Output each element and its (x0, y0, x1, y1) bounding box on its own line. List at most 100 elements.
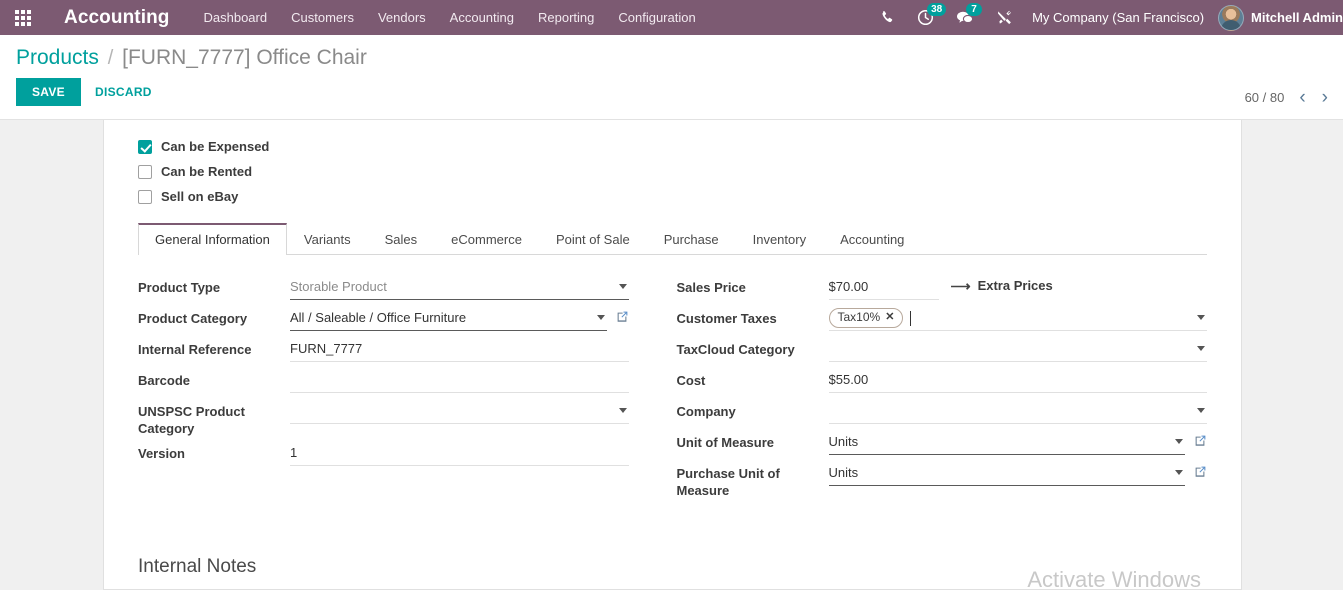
checkbox-label-can-be-expensed[interactable]: Can be Expensed (161, 139, 269, 154)
pager-previous-button[interactable]: ‹ (1294, 88, 1310, 107)
app-brand-title[interactable]: Accounting (46, 7, 192, 29)
checkbox-row-can-be-expensed[interactable]: Can be Expensed (138, 134, 1207, 159)
tab-accounting[interactable]: Accounting (823, 223, 921, 255)
breadcrumb-separator: / (107, 47, 114, 69)
input-customer-taxes[interactable]: Tax10% ✕ (828, 306, 1207, 331)
tab-ecommerce[interactable]: eCommerce (434, 223, 539, 255)
record-actions: SAVE DISCARD (16, 78, 1327, 106)
value-customer-taxes[interactable]: Tax10% ✕ (828, 306, 1207, 331)
tab-variants[interactable]: Variants (287, 223, 368, 255)
input-product-type[interactable]: Storable Product (290, 275, 629, 300)
tab-general-information[interactable]: General Information (138, 223, 287, 255)
field-internal-reference: Internal Reference FURN_7777 (138, 337, 629, 364)
tab-sales[interactable]: Sales (368, 223, 435, 255)
field-unspsc-product-category: UNSPSC Product Category (138, 399, 629, 437)
record-pager: 60 / 80 ‹ › (1245, 88, 1333, 107)
phone-button[interactable] (869, 0, 906, 35)
control-panel: Products / [FURN_7777] Office Chair SAVE… (0, 35, 1343, 120)
input-taxcloud-category[interactable] (828, 337, 1207, 362)
chevron-down-icon[interactable] (1175, 439, 1183, 444)
menu-item-reporting[interactable]: Reporting (526, 2, 606, 33)
field-product-category: Product Category All / Saleable / Office… (138, 306, 629, 333)
tab-inventory[interactable]: Inventory (736, 223, 823, 255)
chevron-down-icon[interactable] (1197, 408, 1205, 413)
chevron-down-icon[interactable] (1175, 470, 1183, 475)
tag-remove-icon[interactable]: ✕ (885, 312, 894, 323)
label-purchase-unit-of-measure: Purchase Unit of Measure (676, 466, 780, 498)
menu-item-customers[interactable]: Customers (279, 2, 366, 33)
company-switcher[interactable]: My Company (San Francisco) (1024, 10, 1214, 25)
label-unspsc-product-category: UNSPSC Product Category (138, 404, 245, 436)
discard-button[interactable]: DISCARD (91, 78, 156, 106)
input-cost[interactable]: $55.00 (828, 368, 1207, 393)
form-notebook-tabs: General Information Variants Sales eComm… (138, 223, 1207, 255)
value-internal-reference[interactable]: FURN_7777 (290, 337, 629, 362)
value-cost[interactable]: $55.00 (828, 368, 1207, 393)
user-name-label: Mitchell Admin (1251, 10, 1343, 25)
chevron-down-icon[interactable] (1197, 346, 1205, 351)
field-barcode: Barcode (138, 368, 629, 395)
value-product-category[interactable]: All / Saleable / Office Furniture (290, 306, 607, 331)
tab-purchase[interactable]: Purchase (647, 223, 736, 255)
developer-tools-button[interactable] (985, 0, 1024, 35)
developer-tools-icon (998, 10, 1012, 25)
label-product-category: Product Category (138, 311, 248, 326)
external-link-icon (1195, 466, 1206, 477)
label-unit-of-measure: Unit of Measure (676, 435, 775, 450)
checkbox-can-be-rented[interactable] (138, 164, 152, 179)
menu-item-accounting[interactable]: Accounting (438, 2, 526, 33)
label-internal-reference: Internal Reference (138, 342, 252, 357)
label-cost: Cost (676, 373, 706, 388)
tag-customer-tax[interactable]: Tax10% ✕ (828, 308, 904, 328)
checkbox-row-can-be-rented[interactable]: Can be Rented (138, 159, 1207, 184)
input-sales-price[interactable]: $70.00 (828, 275, 939, 300)
breadcrumb-products-link[interactable]: Products (16, 46, 99, 69)
input-purchase-unit-of-measure[interactable]: Units (828, 461, 1185, 486)
user-menu-button[interactable]: Mitchell Admin (1214, 4, 1343, 31)
general-information-form: Product Type Storable Product Product Ca… (138, 275, 1207, 503)
value-unspsc-product-category[interactable] (290, 399, 629, 424)
value-product-type[interactable]: Storable Product (290, 275, 629, 300)
chevron-down-icon[interactable] (618, 408, 627, 413)
messaging-menu-button[interactable]: 7 (945, 0, 985, 35)
chevron-down-icon[interactable] (1197, 315, 1205, 320)
value-taxcloud-category[interactable] (828, 337, 1207, 362)
save-button[interactable]: SAVE (16, 78, 81, 106)
input-company[interactable] (828, 399, 1207, 424)
pager-next-button[interactable]: › (1317, 88, 1333, 107)
menu-item-configuration[interactable]: Configuration (606, 2, 707, 33)
internal-link-purchase-unit-of-measure[interactable] (1194, 461, 1207, 483)
internal-link-unit-of-measure[interactable] (1194, 430, 1207, 452)
value-version[interactable]: 1 (290, 441, 629, 466)
input-version[interactable]: 1 (290, 441, 629, 466)
chevron-down-icon[interactable] (618, 284, 627, 289)
internal-link-product-category[interactable] (616, 306, 629, 328)
extra-prices-label: Extra Prices (977, 278, 1053, 293)
input-product-category[interactable]: All / Saleable / Office Furniture (290, 306, 607, 331)
label-version: Version (138, 446, 185, 461)
checkbox-row-sell-on-ebay[interactable]: Sell on eBay (138, 184, 1207, 209)
field-taxcloud-category: TaxCloud Category (677, 337, 1207, 364)
apps-grid-icon (15, 9, 31, 26)
value-unit-of-measure[interactable]: Units (828, 430, 1185, 455)
extra-prices-link[interactable]: ⟶ Extra Prices (951, 275, 1053, 293)
activity-menu-button[interactable]: 38 (906, 0, 947, 35)
chevron-down-icon[interactable] (596, 315, 605, 320)
value-barcode[interactable] (290, 368, 629, 393)
value-purchase-unit-of-measure[interactable]: Units (828, 461, 1185, 486)
value-company[interactable] (828, 399, 1207, 424)
input-barcode[interactable] (290, 368, 629, 393)
checkbox-label-sell-on-ebay[interactable]: Sell on eBay (161, 189, 238, 204)
tab-point-of-sale[interactable]: Point of Sale (539, 223, 647, 255)
internal-notes-section: Internal Notes This note is only for int… (138, 555, 1207, 589)
menu-item-dashboard[interactable]: Dashboard (192, 2, 280, 33)
field-version: Version 1 (138, 441, 629, 468)
input-unspsc-product-category[interactable] (290, 399, 629, 424)
input-unit-of-measure[interactable]: Units (828, 430, 1185, 455)
checkbox-can-be-expensed[interactable] (138, 139, 152, 154)
checkbox-label-can-be-rented[interactable]: Can be Rented (161, 164, 252, 179)
apps-menu-button[interactable] (0, 0, 46, 35)
menu-item-vendors[interactable]: Vendors (366, 2, 438, 33)
checkbox-sell-on-ebay[interactable] (138, 189, 152, 204)
input-internal-reference[interactable]: FURN_7777 (290, 337, 629, 362)
